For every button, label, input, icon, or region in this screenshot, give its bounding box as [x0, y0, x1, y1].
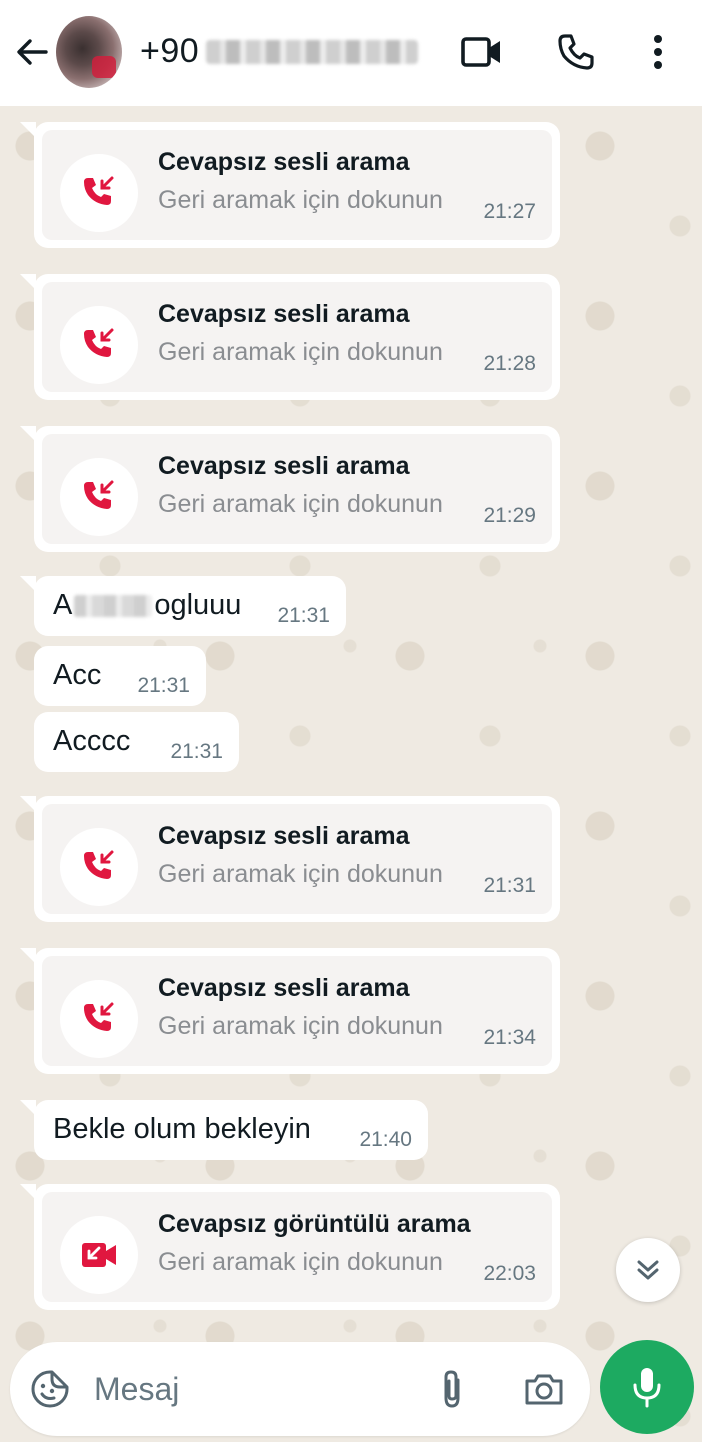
call-subtitle: Geri aramak için dokunun	[158, 860, 443, 888]
chat-area[interactable]: Cevapsız sesli arama Geri aramak için do…	[0, 106, 702, 1442]
scroll-to-bottom-button[interactable]	[616, 1238, 680, 1302]
voice-call-icon	[558, 34, 594, 70]
message-time: 21:31	[277, 604, 330, 627]
text-message[interactable]: Acc 21:31	[34, 646, 206, 706]
double-chevron-down-icon	[637, 1260, 659, 1280]
call-title: Cevapsız görüntülü arama	[158, 1210, 471, 1238]
message-time: 21:31	[483, 874, 536, 897]
text-message[interactable]: Bekle olum bekleyin 21:40	[20, 1100, 428, 1160]
camera-button[interactable]	[520, 1367, 568, 1411]
call-subtitle: Geri aramak için dokunun	[158, 490, 443, 518]
message-text: Acc	[53, 659, 102, 691]
call-subtitle: Geri aramak için dokunun	[158, 338, 443, 366]
missed-voice-call-icon	[60, 306, 138, 384]
sticker-button[interactable]	[28, 1367, 72, 1411]
call-title: Cevapsız sesli arama	[158, 148, 410, 176]
missed-call-message[interactable]: Cevapsız sesli arama Geri aramak için do…	[20, 948, 560, 1074]
missed-call-message[interactable]: Cevapsız sesli arama Geri aramak için do…	[20, 426, 560, 552]
sticker-icon	[31, 1370, 69, 1408]
message-text: Acccc	[53, 725, 131, 757]
message-input[interactable]	[94, 1364, 414, 1414]
call-title: Cevapsız sesli arama	[158, 452, 410, 480]
more-options-icon	[654, 35, 662, 69]
call-subtitle: Geri aramak için dokunun	[158, 1012, 443, 1040]
more-options-button[interactable]	[636, 30, 680, 74]
missed-video-call-message[interactable]: Cevapsız görüntülü arama Geri aramak içi…	[20, 1184, 560, 1310]
message-time: 21:29	[483, 504, 536, 527]
back-button[interactable]	[12, 32, 52, 72]
camera-icon	[525, 1374, 563, 1405]
missed-video-call-icon	[60, 1216, 138, 1294]
video-call-button[interactable]	[460, 30, 504, 74]
avatar[interactable]	[56, 16, 122, 88]
call-title: Cevapsız sesli arama	[158, 822, 410, 850]
call-subtitle: Geri aramak için dokunun	[158, 186, 443, 214]
contact-name-redacted	[206, 40, 418, 64]
message-time: 21:40	[359, 1128, 412, 1151]
call-title: Cevapsız sesli arama	[158, 974, 410, 1002]
attach-button[interactable]	[430, 1367, 474, 1411]
message-text: Bekle olum bekleyin	[53, 1113, 311, 1145]
contact-name[interactable]: +90	[140, 32, 199, 71]
redacted-word	[74, 595, 153, 618]
missed-voice-call-icon	[60, 828, 138, 906]
missed-voice-call-icon	[60, 458, 138, 536]
chat-header: +90	[0, 0, 702, 106]
video-call-icon	[461, 37, 500, 67]
missed-voice-call-icon	[60, 980, 138, 1058]
mic-icon	[633, 1368, 661, 1408]
message-time: 21:34	[483, 1026, 536, 1049]
text-message[interactable]: Acccc 21:31	[34, 712, 239, 772]
message-composer	[10, 1342, 590, 1436]
missed-call-message[interactable]: Cevapsız sesli arama Geri aramak için do…	[20, 274, 560, 400]
voice-call-button[interactable]	[554, 30, 598, 74]
call-title: Cevapsız sesli arama	[158, 300, 410, 328]
message-text: Aogluuu	[53, 589, 242, 621]
call-subtitle: Geri aramak için dokunun	[158, 1248, 443, 1276]
voice-message-button[interactable]	[600, 1340, 694, 1434]
missed-call-message[interactable]: Cevapsız sesli arama Geri aramak için do…	[20, 796, 560, 922]
message-time: 21:27	[483, 200, 536, 223]
text-message[interactable]: Aogluuu 21:31	[20, 576, 346, 636]
missed-voice-call-icon	[60, 154, 138, 232]
attach-icon	[444, 1370, 460, 1408]
message-time: 21:31	[170, 740, 223, 763]
message-time: 21:28	[483, 352, 536, 375]
message-time: 21:31	[137, 674, 190, 697]
back-arrow-icon	[17, 39, 48, 65]
missed-call-message[interactable]: Cevapsız sesli arama Geri aramak için do…	[20, 122, 560, 248]
message-time: 22:03	[483, 1262, 536, 1285]
